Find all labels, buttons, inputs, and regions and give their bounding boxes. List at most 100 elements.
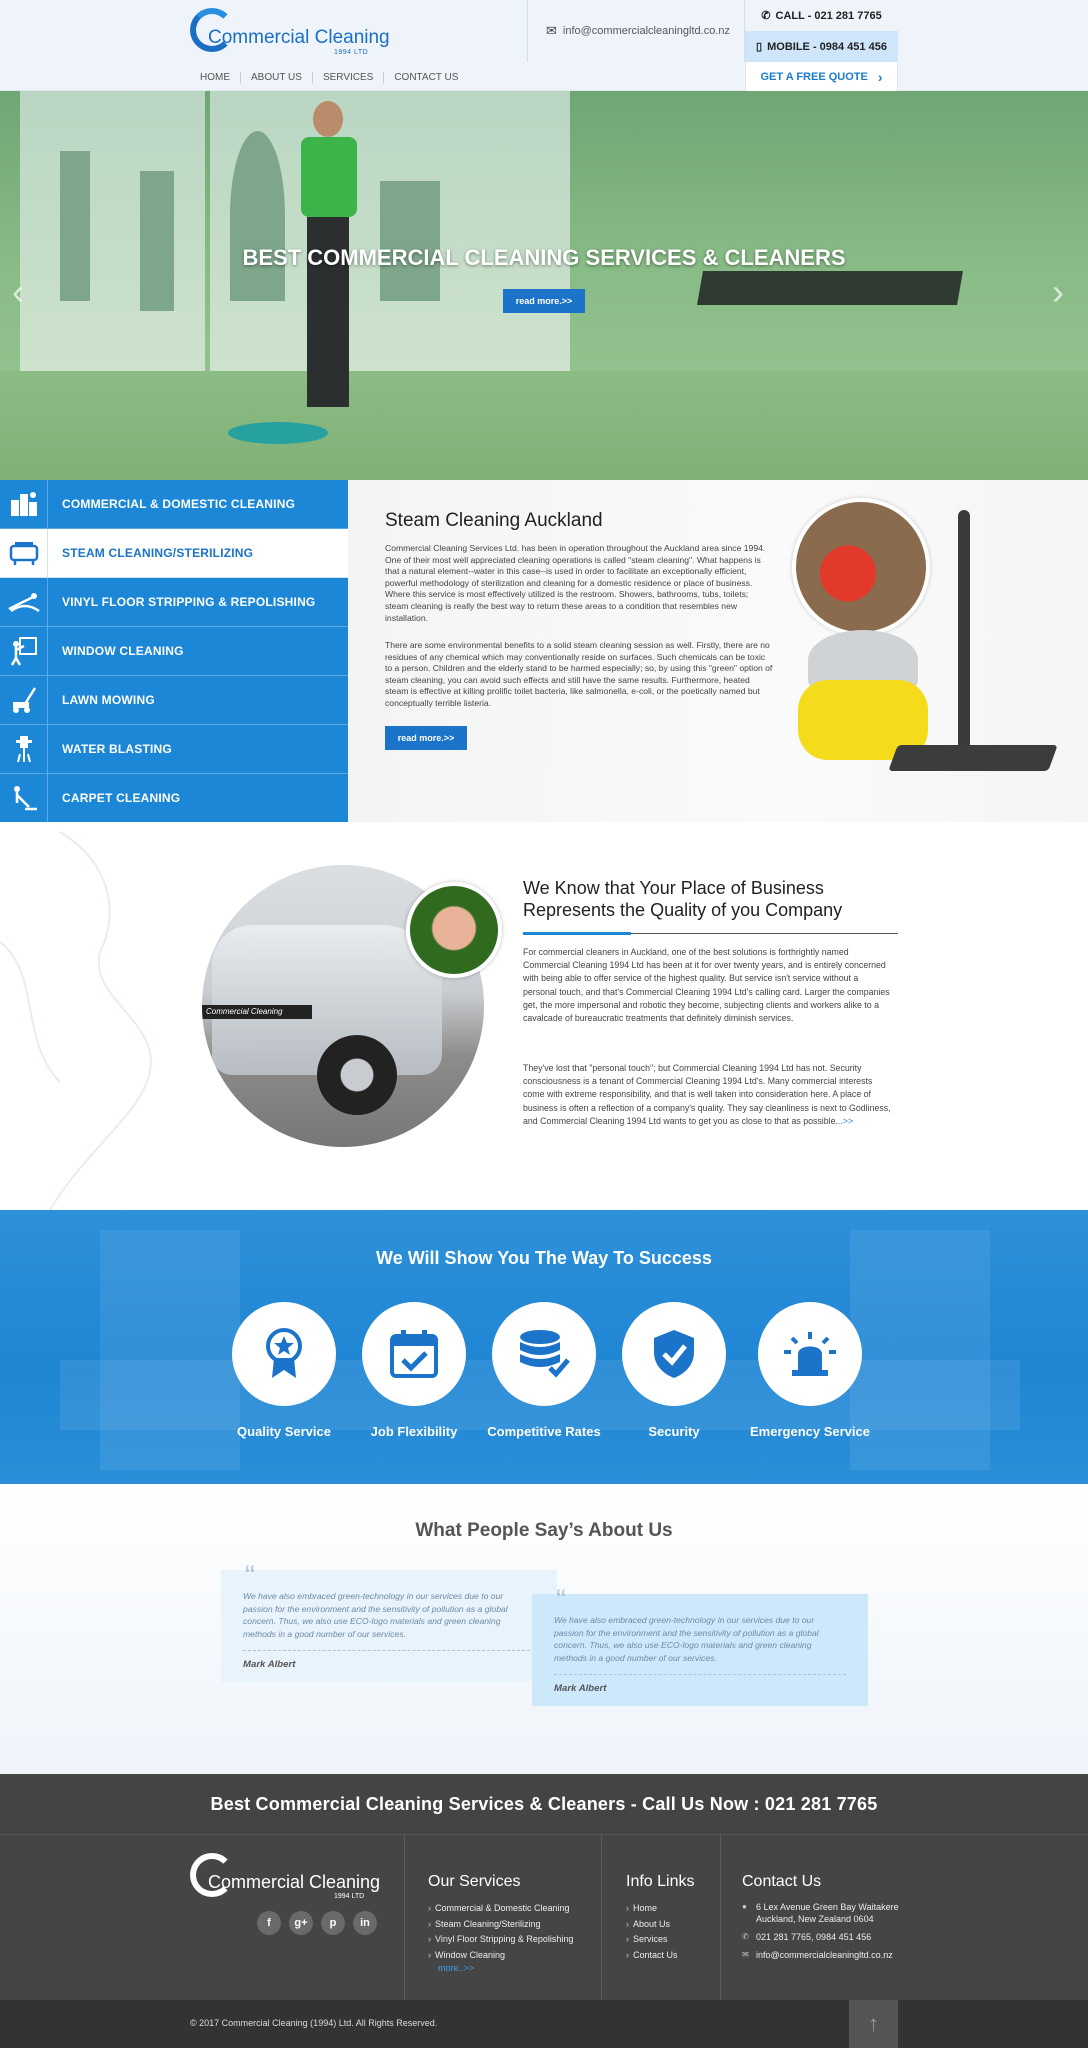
service-label: STEAM CLEANING/STERILIZING	[62, 546, 254, 560]
copyright-bar: © 2017 Commercial Cleaning (1994) Ltd. A…	[0, 2000, 1088, 2048]
feature-emergency-service: Emergency Service	[740, 1302, 880, 1439]
service-item-lawn-mowing[interactable]: LAWN MOWING	[0, 676, 348, 725]
contact-address: ● 6 Lex Avenue Green Bay Waitakere Auckla…	[742, 1901, 906, 1925]
floor-polish-icon	[0, 578, 48, 626]
lawn-mower-icon	[0, 676, 48, 724]
nav-services[interactable]: SERVICES	[311, 72, 383, 84]
hero-read-more-button[interactable]: read more.>>	[503, 289, 585, 313]
contact-email-text: info@commercialcleaningltd.co.nz	[756, 1950, 893, 1960]
footer-contact: ● 6 Lex Avenue Green Bay Waitakere Auckla…	[742, 1901, 906, 1967]
vacuum-icon	[0, 774, 48, 822]
features-section: We Will Show You The Way To Success Qual…	[0, 1210, 1088, 1484]
quote-icon: “	[556, 1584, 566, 1617]
quote-icon: “	[245, 1560, 255, 1593]
siren-icon	[758, 1302, 862, 1406]
free-quote-button[interactable]: GET A FREE QUOTE ›	[745, 62, 898, 91]
testimonial-author: Mark Albert	[554, 1683, 607, 1695]
feature-competitive-rates: Competitive Rates	[474, 1302, 614, 1439]
service-item-steam-cleaning[interactable]: STEAM CLEANING/STERILIZING	[0, 529, 348, 578]
testimonial-author: Mark Albert	[243, 1659, 296, 1671]
contact-phones-text: 021 281 7765, 0984 451 456	[756, 1932, 872, 1942]
water-blaster-icon	[0, 725, 48, 773]
award-ribbon-icon	[232, 1302, 336, 1406]
pinterest-icon[interactable]: p	[321, 1911, 345, 1935]
service-item-window-cleaning[interactable]: WINDOW CLEANING	[0, 627, 348, 676]
calendar-check-icon	[362, 1302, 466, 1406]
window-cleaner-icon	[0, 627, 48, 675]
back-to-top-button[interactable]: ↑	[849, 2000, 898, 2048]
steam-cleaner-photo	[792, 498, 930, 636]
logo[interactable]: Commercial Cleaning 1994 LTD	[190, 8, 390, 56]
testimonials-section: What People Say’s About Us “ We have als…	[0, 1484, 1088, 1774]
feature-job-flexibility: Job Flexibility	[344, 1302, 484, 1439]
main-nav: HOME ABOUT US SERVICES CONTACT US	[190, 66, 468, 90]
footer-services-more-link[interactable]: more..>>	[438, 1963, 474, 1973]
about-read-more-link[interactable]: ..>>	[838, 1116, 853, 1126]
footer-info-link[interactable]: Home	[626, 1901, 678, 1917]
service-item-commercial-domestic[interactable]: COMMERCIAL & DOMESTIC CLEANING	[0, 480, 348, 529]
header: Commercial Cleaning 1994 LTD ✉ info@comm…	[0, 0, 1088, 91]
footer-services-list: Commercial & Domestic Cleaning Steam Cle…	[428, 1901, 573, 1963]
hero-building	[140, 171, 174, 311]
header-email[interactable]: ✉ info@commercialcleaningltd.co.nz	[527, 0, 745, 62]
about-section: Commercial Cleaning We Know that Your Pl…	[0, 822, 1088, 1210]
service-item-vinyl-floor[interactable]: VINYL FLOOR STRIPPING & REPOLISHING	[0, 578, 348, 627]
car-decal-text: Commercial Cleaning	[202, 1005, 312, 1019]
footer-service-link[interactable]: Window Cleaning	[428, 1948, 573, 1964]
logo-subtext: 1994 LTD	[334, 49, 369, 56]
hero-table	[697, 271, 963, 305]
linkedin-icon[interactable]: in	[353, 1911, 377, 1935]
hero-floor	[0, 371, 1088, 480]
service-label: LAWN MOWING	[62, 693, 155, 707]
contact-address-text: 6 Lex Avenue Green Bay Waitakere Aucklan…	[756, 1902, 899, 1924]
facebook-icon[interactable]: f	[257, 1911, 281, 1935]
footer-service-link[interactable]: Steam Cleaning/Sterilizing	[428, 1917, 573, 1933]
service-item-carpet-cleaning[interactable]: CARPET CLEANING	[0, 774, 348, 823]
google-plus-icon[interactable]: g+	[289, 1911, 313, 1935]
feature-label: Security	[648, 1424, 700, 1439]
divider	[243, 1650, 535, 1652]
service-item-water-blasting[interactable]: WATER BLASTING	[0, 725, 348, 774]
testimonial-text: We have also embraced green-technology i…	[554, 1615, 819, 1663]
arrow-up-icon: ↑	[868, 2011, 879, 2036]
footer-info-link[interactable]: Services	[626, 1932, 678, 1948]
hero-mop	[228, 422, 328, 444]
chevron-left-icon[interactable]: ‹	[12, 271, 24, 313]
header-mobile[interactable]: ▯ MOBILE - 0984 451 456	[745, 31, 898, 62]
social-links: f g+ p in	[257, 1911, 377, 1935]
chevron-right-icon: ›	[877, 68, 883, 85]
steam-wand-image	[958, 510, 970, 750]
divider	[554, 1674, 846, 1676]
contact-email[interactable]: ✉ info@commercialcleaningltd.co.nz	[742, 1949, 906, 1961]
owner-portrait	[406, 882, 502, 978]
feature-label: Emergency Service	[750, 1424, 870, 1439]
footer-logo[interactable]: Commercial Cleaning 1994 LTD	[190, 1853, 380, 1901]
footer-logo-subtext: 1994 LTD	[334, 1893, 365, 1900]
header-call[interactable]: ✆ CALL - 021 281 7765	[745, 0, 898, 31]
chevron-right-icon[interactable]: ›	[1052, 271, 1064, 313]
footer-info-link[interactable]: Contact Us	[626, 1948, 678, 1964]
nav-contact-us[interactable]: CONTACT US	[383, 72, 468, 84]
divider-accent	[523, 932, 631, 935]
envelope-icon: ✉	[546, 23, 557, 38]
nav-home[interactable]: HOME	[190, 72, 240, 84]
footer-logo-text: Commercial Cleaning	[208, 1872, 381, 1892]
testimonial-text: We have also embraced green-technology i…	[243, 1591, 508, 1639]
steam-read-more-button[interactable]: read more.>>	[385, 726, 467, 750]
phone-icon: ✆	[742, 1932, 749, 1941]
footer: Commercial Cleaning 1994 LTD f g+ p in O…	[0, 1834, 1088, 2001]
mobile-icon: ▯	[756, 41, 763, 53]
footer-info-link[interactable]: About Us	[626, 1917, 678, 1933]
about-paragraph: For commercial cleaners in Auckland, one…	[523, 947, 890, 1024]
footer-service-link[interactable]: Vinyl Floor Stripping & Repolishing	[428, 1932, 573, 1948]
nav-about-us[interactable]: ABOUT US	[240, 72, 312, 84]
footer-service-link[interactable]: Commercial & Domestic Cleaning	[428, 1901, 573, 1917]
service-label: WATER BLASTING	[62, 742, 172, 756]
contact-phones: ✆ 021 281 7765, 0984 451 456	[742, 1931, 906, 1943]
steam-paragraph: Commercial Cleaning Services Ltd. has be…	[385, 543, 766, 623]
steam-cleaning-section: Steam Cleaning Auckland Commercial Clean…	[348, 480, 1088, 822]
footer-contact-title: Contact Us	[742, 1873, 822, 1890]
about-paragraph: They've lost that "personal touch"; but …	[523, 1062, 893, 1128]
feature-quality-service: Quality Service	[214, 1302, 354, 1439]
service-label: VINYL FLOOR STRIPPING & REPOLISHING	[62, 595, 316, 609]
